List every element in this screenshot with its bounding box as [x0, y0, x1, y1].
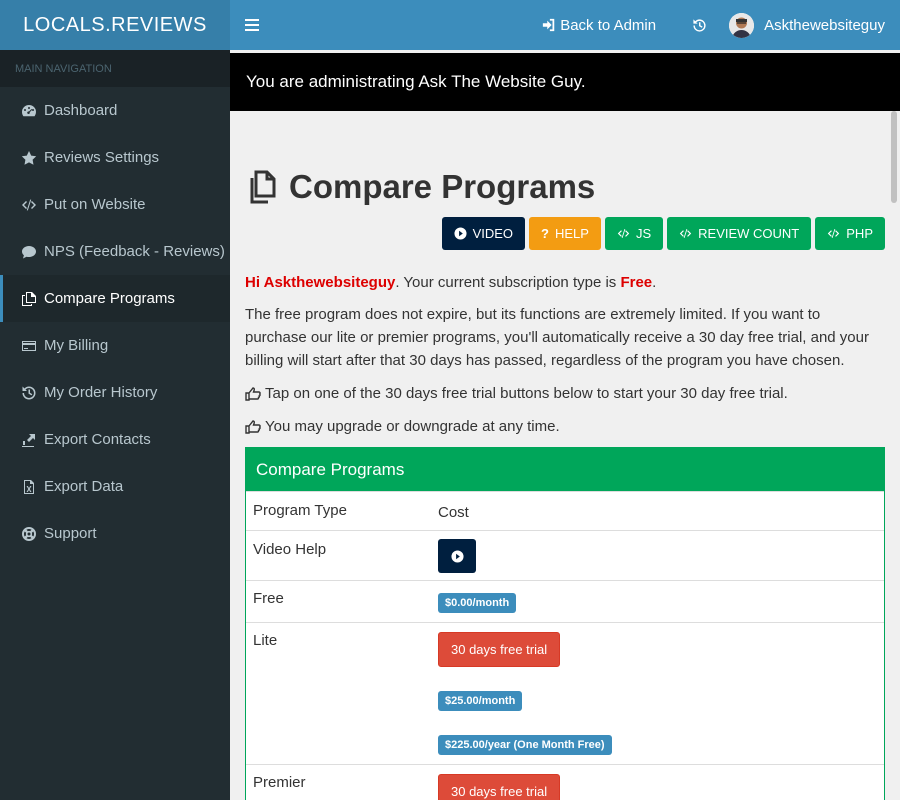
sidebar-item-label: Support [44, 525, 97, 542]
help-button[interactable]: ? HELP [529, 217, 601, 250]
sidebar-item-label: NPS (Feedback - Reviews) [44, 243, 225, 260]
sidebar-item-label: Reviews Settings [44, 149, 160, 166]
greeting-text: . Your current subscription type is [395, 274, 621, 291]
username: Askthewebsiteguy [764, 16, 885, 34]
sidebar-item-order-history[interactable]: My Order History [0, 369, 230, 416]
code-icon [828, 229, 840, 238]
scrollbar[interactable] [891, 111, 897, 203]
video-help-label: Video Help [253, 541, 327, 558]
tip-upgrade: You may upgrade or downgrade at any time… [245, 415, 885, 438]
play-circle-icon [454, 227, 467, 240]
premier-trial-button[interactable]: 30 days free trial [438, 774, 561, 800]
sidebar-item-my-billing[interactable]: My Billing [0, 322, 230, 369]
sidebar-item-label: Export Data [44, 478, 124, 495]
page-title: Compare Programs [245, 167, 885, 207]
sidebar-item-label: My Order History [44, 384, 158, 401]
hamburger-icon [245, 19, 259, 31]
credit-card-icon [21, 338, 44, 354]
greeting-username: Askthewebsiteguy [263, 274, 396, 291]
program-free: Free [253, 590, 284, 607]
hand-pointer-icon [245, 419, 261, 434]
description: The free program does not expire, but it… [245, 306, 869, 369]
sidebar-item-label: Dashboard [44, 102, 118, 119]
program-premier: Premier [253, 774, 306, 791]
dashboard-icon [21, 103, 44, 119]
main-content: Compare Programs VIDEO ? HELP JS REVIEW … [245, 111, 885, 800]
comment-icon [21, 244, 44, 260]
page-title-text: Compare Programs [289, 168, 596, 205]
sidebar: LOCALS.REVIEWS MAIN NAVIGATION Dashboard… [0, 0, 230, 800]
sign-in-icon [543, 18, 555, 32]
copy-icon [250, 170, 276, 204]
history-icon [21, 385, 44, 401]
table-row: Premier 30 days free trial [246, 764, 884, 800]
code-icon [617, 229, 630, 238]
tip-trial: Tap on one of the 30 days free trial but… [245, 382, 885, 405]
php-button[interactable]: PHP [815, 217, 885, 250]
admin-notice: You are administrating Ask The Website G… [230, 53, 900, 111]
user-menu[interactable]: Askthewebsiteguy [729, 12, 900, 38]
export-icon [21, 432, 44, 448]
sidebar-item-compare-programs[interactable]: Compare Programs [0, 275, 230, 322]
sidebar-item-label: Put on Website [44, 196, 146, 213]
tip-upgrade-text: You may upgrade or downgrade at any time… [265, 418, 560, 435]
sidebar-item-export-data[interactable]: Export Data [0, 463, 230, 510]
sidebar-toggle-button[interactable] [230, 0, 274, 50]
video-help-button[interactable] [438, 539, 476, 573]
sidebar-item-label: My Billing [44, 337, 109, 354]
review-count-button-label: REVIEW COUNT [698, 226, 800, 241]
avatar [729, 12, 755, 38]
col-program-type: Program Type [253, 502, 347, 519]
sidebar-item-label: Compare Programs [44, 290, 175, 307]
play-circle-icon [450, 549, 464, 563]
copy-icon [21, 291, 44, 307]
greeting-prefix: Hi [245, 274, 264, 291]
compare-programs-header: Compare Programs [246, 448, 884, 491]
hand-pointer-icon [245, 386, 261, 401]
greeting-end: . [652, 274, 657, 291]
greeting: Hi Askthewebsiteguy. Your current subscr… [245, 271, 885, 294]
lite-trial-button[interactable]: 30 days free trial [438, 632, 561, 667]
lite-monthly-price-label: $25.00/month [438, 691, 523, 711]
js-button-label: JS [635, 226, 652, 241]
video-button-label: VIDEO [472, 226, 514, 241]
history-icon [693, 18, 706, 32]
table-row: Program Type Cost [246, 491, 884, 530]
subscription-type: Free [620, 274, 653, 291]
file-excel-icon [21, 479, 44, 495]
js-button[interactable]: JS [604, 217, 664, 250]
nav-header: MAIN NAVIGATION [0, 50, 230, 87]
back-to-admin-link[interactable]: Back to Admin [528, 17, 670, 34]
tip-trial-text: Tap on one of the 30 days free trial but… [265, 385, 788, 402]
life-ring-icon [21, 526, 44, 542]
star-icon [21, 150, 44, 166]
logo[interactable]: LOCALS.REVIEWS [0, 0, 230, 50]
free-price-label: $0.00/month [438, 593, 517, 613]
history-button[interactable] [670, 18, 729, 33]
help-button-label: HELP [555, 226, 589, 241]
col-cost: Cost [438, 504, 469, 521]
sidebar-item-put-on-website[interactable]: Put on Website [0, 181, 230, 228]
code-icon [21, 197, 44, 213]
sidebar-item-reviews-settings[interactable]: Reviews Settings [0, 134, 230, 181]
program-lite: Lite [253, 632, 278, 649]
sidebar-item-export-contacts[interactable]: Export Contacts [0, 416, 230, 463]
lite-yearly-price-label: $225.00/year (One Month Free) [438, 735, 612, 755]
question-icon: ? [541, 226, 549, 241]
compare-programs-box: Compare Programs Program Type Cost Video… [245, 447, 885, 800]
sidebar-item-label: Export Contacts [44, 431, 151, 448]
table-row: Video Help [246, 530, 884, 580]
action-buttons: VIDEO ? HELP JS REVIEW COUNT PHP [245, 217, 885, 250]
back-to-admin-label: Back to Admin [560, 16, 657, 34]
table-row: Lite 30 days free trial $25.00/month $22… [246, 622, 884, 764]
sidebar-item-dashboard[interactable]: Dashboard [0, 87, 230, 134]
review-count-button[interactable]: REVIEW COUNT [667, 217, 812, 250]
sidebar-item-support[interactable]: Support [0, 510, 230, 557]
top-navbar: Back to Admin Askthewebsiteguy [230, 0, 900, 50]
table-row: Free $0.00/month [246, 580, 884, 622]
video-button[interactable]: VIDEO [441, 217, 526, 250]
sidebar-item-nps[interactable]: NPS (Feedback - Reviews) [0, 228, 230, 275]
code-icon [679, 229, 692, 238]
php-button-label: PHP [846, 226, 873, 241]
